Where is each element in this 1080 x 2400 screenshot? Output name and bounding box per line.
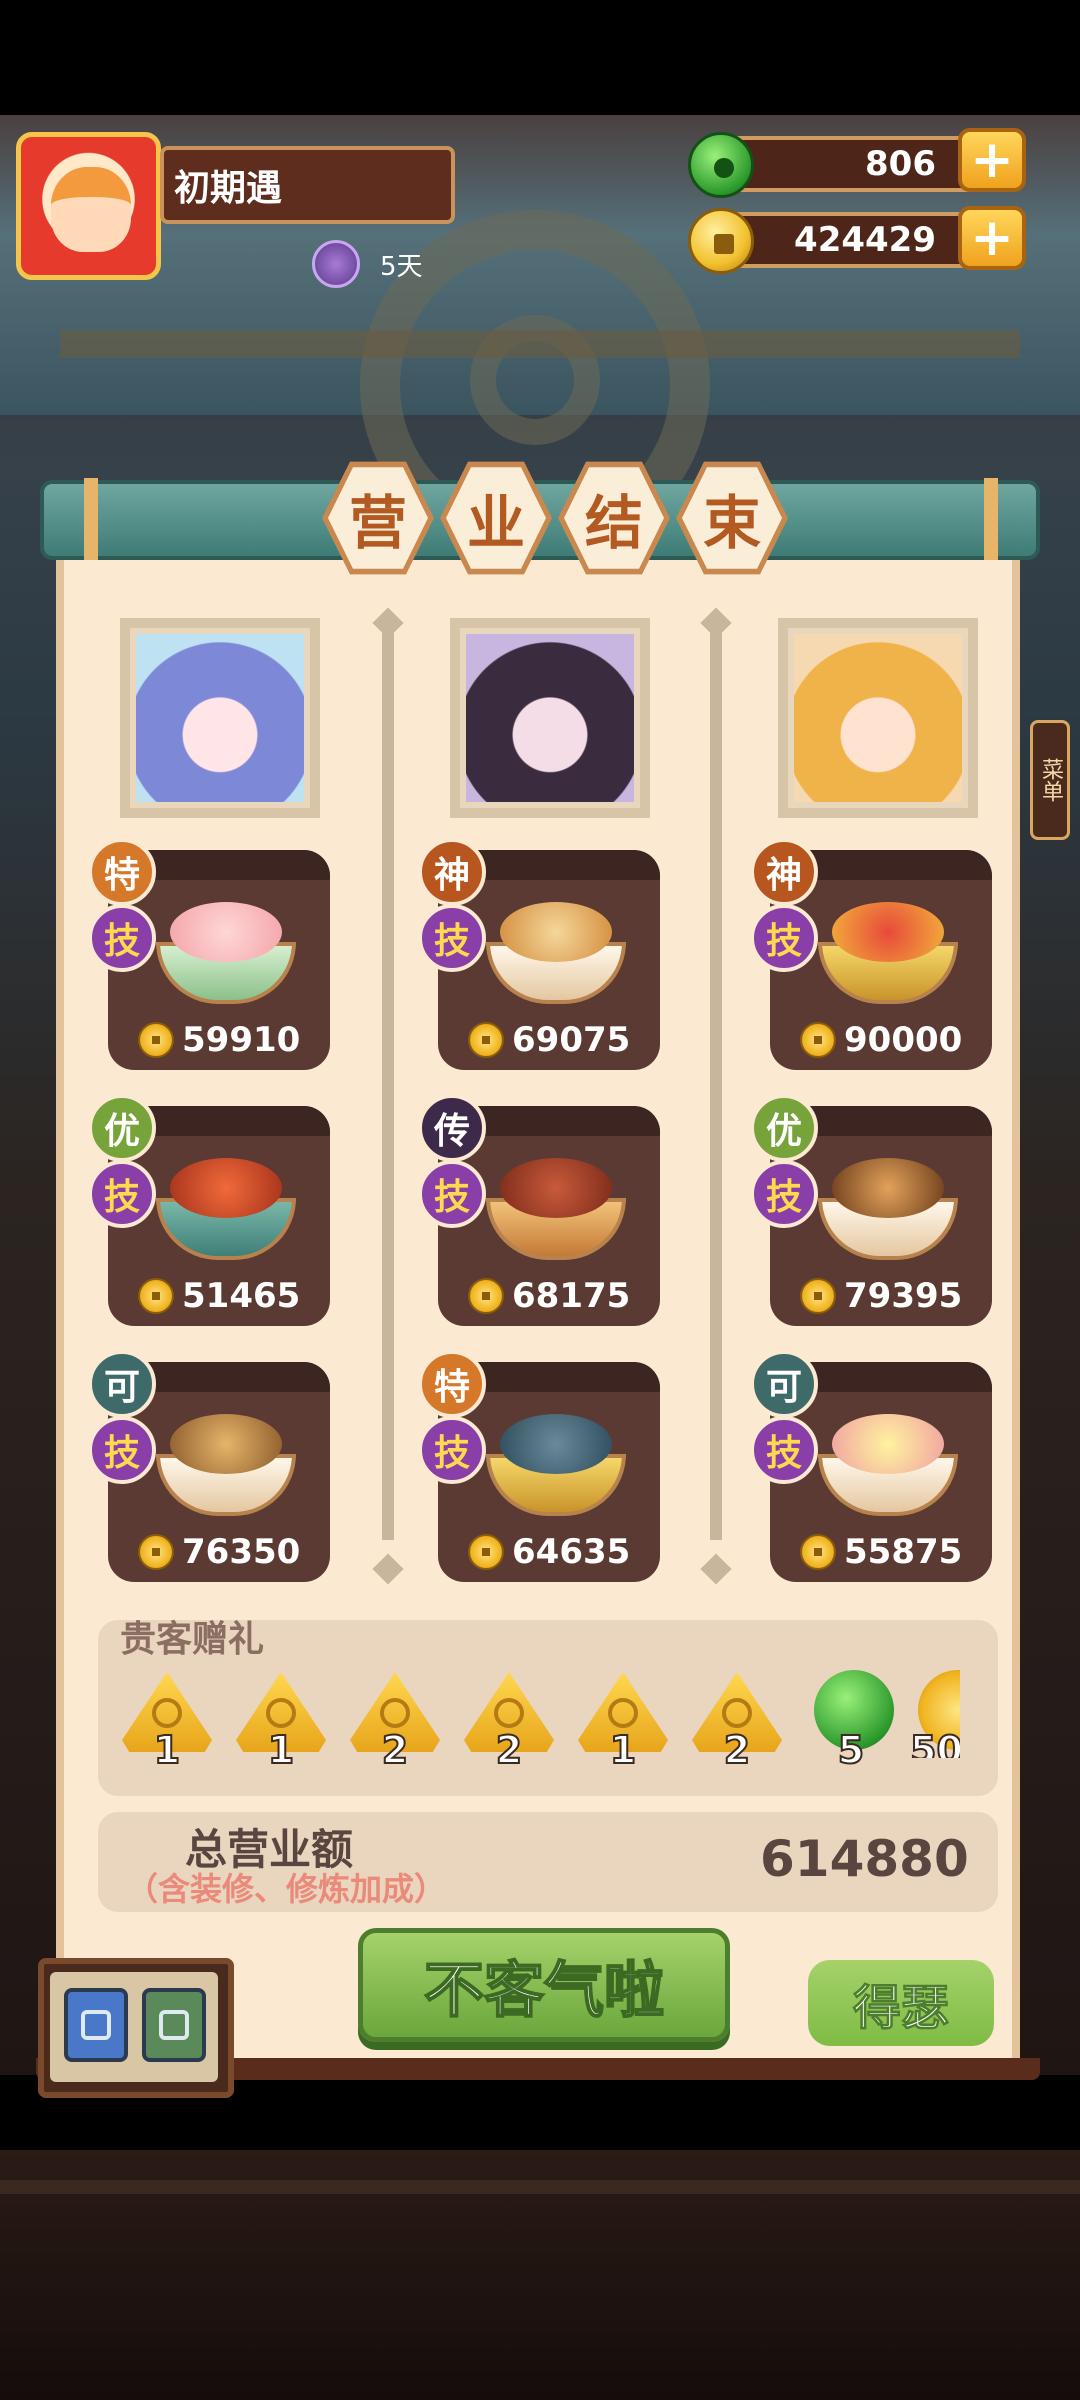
total-revenue-value: 614880 bbox=[760, 1830, 969, 1888]
dish-grade-badge: 可 bbox=[750, 1350, 818, 1418]
dish-grade-badge: 特 bbox=[88, 838, 156, 906]
chef-portrait-1[interactable] bbox=[120, 618, 320, 818]
gift-item-coin[interactable]: 50 bbox=[910, 1668, 960, 1758]
panel-title: 营 业 结 束 bbox=[322, 458, 788, 578]
chef-portrait-2[interactable] bbox=[450, 618, 650, 818]
avatar-face-icon bbox=[51, 167, 131, 252]
dish-price: 90000 bbox=[844, 1020, 963, 1060]
gift-item-coral[interactable]: 1 bbox=[122, 1668, 212, 1773]
chef-portrait-3[interactable] bbox=[778, 618, 978, 818]
dish-card[interactable]: 特 技 59910 bbox=[88, 838, 330, 1070]
dish-card[interactable]: 特 技 64635 bbox=[418, 1350, 660, 1582]
skill-badge: 技 bbox=[418, 1416, 486, 1484]
player-avatar[interactable] bbox=[16, 132, 161, 280]
gift-item-star[interactable]: 2 bbox=[350, 1668, 440, 1773]
green-skin-icon[interactable] bbox=[142, 1988, 206, 2062]
dish-grade-badge: 特 bbox=[418, 1350, 486, 1418]
dish-price: 59910 bbox=[182, 1020, 301, 1060]
dish-price: 55875 bbox=[844, 1532, 963, 1572]
skill-badge: 技 bbox=[88, 904, 156, 972]
dish-price: 51465 bbox=[182, 1276, 301, 1316]
dish-card[interactable]: 优 技 51465 bbox=[88, 1094, 330, 1326]
dish-price: 68175 bbox=[512, 1276, 631, 1316]
dish-price: 64635 bbox=[512, 1532, 631, 1572]
floor-line-decoration bbox=[0, 2180, 1080, 2194]
dish-grade-badge: 传 bbox=[418, 1094, 486, 1162]
skill-badge: 技 bbox=[88, 1416, 156, 1484]
gift-item-jade[interactable]: 5 bbox=[806, 1668, 896, 1773]
gift-item-star[interactable]: 2 bbox=[464, 1668, 554, 1773]
game-screen: 菜单 初期遇 5天 806 + 424429 + 营 业 结 束 特 技 599… bbox=[0, 0, 1080, 2400]
dish-grade-badge: 优 bbox=[750, 1094, 818, 1162]
dish-grade-badge: 可 bbox=[88, 1350, 156, 1418]
skill-badge: 技 bbox=[418, 904, 486, 972]
add-jade-button[interactable]: + bbox=[958, 128, 1026, 192]
coin-icon bbox=[468, 1534, 504, 1570]
skill-badge: 技 bbox=[418, 1160, 486, 1228]
player-name: 初期遇 bbox=[174, 168, 283, 209]
coin-icon bbox=[800, 1022, 836, 1058]
skill-badge: 技 bbox=[88, 1160, 156, 1228]
player-name-plate: 初期遇 bbox=[160, 146, 455, 224]
coin-icon bbox=[800, 1278, 836, 1314]
wooden-beam-decoration bbox=[60, 330, 1020, 358]
guest-gifts-title: 贵客赠礼 bbox=[120, 1619, 265, 1660]
dish-card[interactable]: 可 技 76350 bbox=[88, 1350, 330, 1582]
skill-badge: 技 bbox=[750, 904, 818, 972]
coin-icon bbox=[688, 208, 754, 274]
days-counter: 5天 bbox=[380, 252, 423, 282]
coin-icon bbox=[468, 1278, 504, 1314]
days-badge-icon bbox=[312, 240, 360, 288]
dish-grade-badge: 优 bbox=[88, 1094, 156, 1162]
column-divider bbox=[710, 620, 722, 1540]
coin-icon bbox=[138, 1534, 174, 1570]
total-revenue-note: （含装修、修炼加成） bbox=[126, 1870, 447, 1908]
dish-price: 69075 bbox=[512, 1020, 631, 1060]
blue-skin-icon[interactable] bbox=[64, 1988, 128, 2062]
jade-icon bbox=[688, 132, 754, 198]
skill-badge: 技 bbox=[750, 1416, 818, 1484]
polite-refuse-button[interactable]: 不客气啦 bbox=[358, 1928, 730, 2042]
coin-icon bbox=[468, 1022, 504, 1058]
dish-card[interactable]: 可 技 55875 bbox=[750, 1350, 992, 1582]
gift-item-star[interactable]: 1 bbox=[578, 1668, 668, 1773]
dish-grade-badge: 神 bbox=[418, 838, 486, 906]
dish-grade-badge: 神 bbox=[750, 838, 818, 906]
coin-icon bbox=[138, 1022, 174, 1058]
column-divider bbox=[382, 620, 394, 1540]
coin-icon bbox=[800, 1534, 836, 1570]
menu-side-tab[interactable]: 菜单 bbox=[1030, 720, 1070, 840]
dish-card[interactable]: 神 技 90000 bbox=[750, 838, 992, 1070]
dish-card[interactable]: 优 技 79395 bbox=[750, 1094, 992, 1326]
dish-price: 76350 bbox=[182, 1532, 301, 1572]
add-coins-button[interactable]: + bbox=[958, 206, 1026, 270]
dish-card[interactable]: 传 技 68175 bbox=[418, 1094, 660, 1326]
dish-card[interactable]: 神 技 69075 bbox=[418, 838, 660, 1070]
gift-item-starfish[interactable]: 2 bbox=[692, 1668, 782, 1773]
gift-item-shell[interactable]: 1 bbox=[236, 1668, 326, 1773]
dish-price: 79395 bbox=[844, 1276, 963, 1316]
coin-icon bbox=[138, 1278, 174, 1314]
skill-badge: 技 bbox=[750, 1160, 818, 1228]
accept-button[interactable]: 得瑟 bbox=[808, 1960, 994, 2046]
